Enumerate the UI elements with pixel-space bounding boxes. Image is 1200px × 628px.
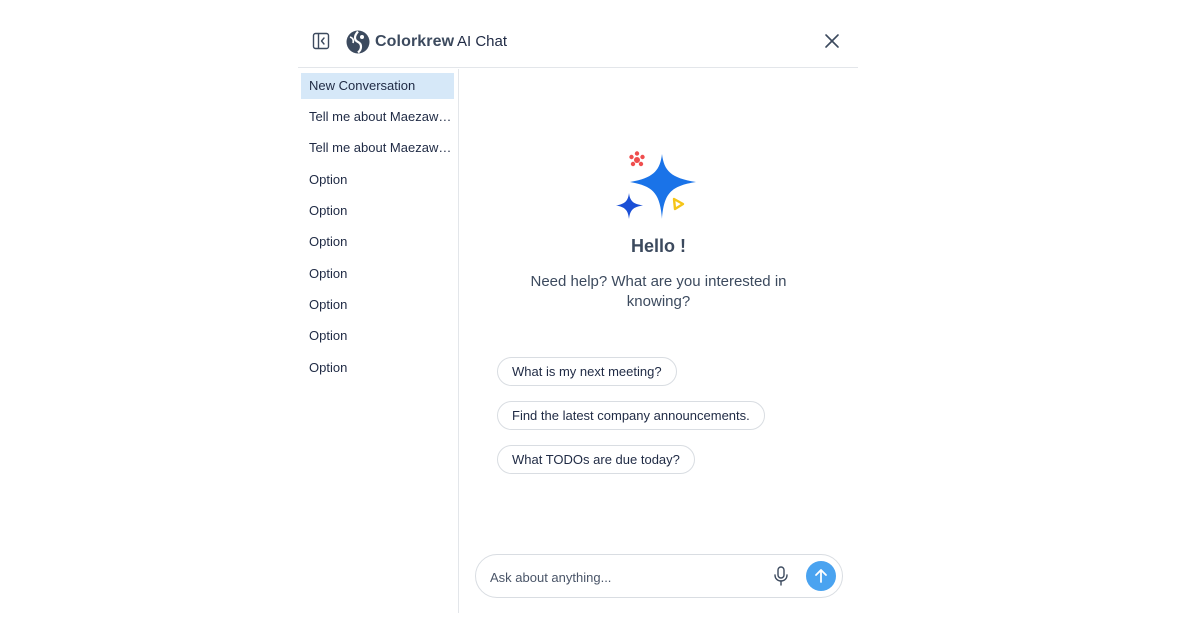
colorkrew-logo-icon bbox=[346, 30, 370, 54]
sidebar-item-option[interactable]: Option bbox=[301, 323, 454, 349]
header: Colorkrew AI Chat bbox=[298, 16, 858, 68]
close-icon[interactable] bbox=[824, 33, 840, 49]
sidebar-item-option[interactable]: Option bbox=[301, 229, 454, 255]
ai-chat-panel: Colorkrew AI Chat New Conversation Tell … bbox=[298, 16, 858, 613]
greeting: Hello ! bbox=[630, 236, 686, 256]
sidebar-item-new-conversation[interactable]: New Conversation bbox=[301, 73, 454, 99]
sidebar-item-option[interactable]: Option bbox=[301, 261, 454, 287]
subtitle: Need help? What are you interested in kn… bbox=[530, 273, 787, 310]
sidebar-item-conversation[interactable]: Tell me about Maezawa's Blog bbox=[301, 135, 454, 161]
brand-logo: Colorkrew bbox=[346, 30, 454, 54]
microphone-icon[interactable] bbox=[772, 566, 790, 586]
sidebar-item-option[interactable]: Option bbox=[301, 198, 454, 224]
message-input[interactable] bbox=[490, 567, 760, 587]
suggestion-chip[interactable]: Find the latest company announcements. bbox=[497, 401, 765, 430]
sidebar-collapse-icon[interactable] bbox=[312, 32, 330, 50]
sidebar-item-option[interactable]: Option bbox=[301, 167, 454, 193]
message-composer bbox=[475, 554, 843, 598]
suggestion-chip[interactable]: What TODOs are due today? bbox=[497, 445, 695, 474]
send-button[interactable] bbox=[806, 561, 836, 591]
app-title: AI Chat bbox=[457, 33, 508, 50]
conversation-sidebar: New Conversation Tell me about Maezawa's… bbox=[298, 69, 459, 613]
brand-name: Colorkrew bbox=[375, 33, 455, 50]
chat-main: Hello ! Need help? What are you interest… bbox=[459, 69, 858, 613]
sidebar-item-option[interactable]: Option bbox=[301, 292, 454, 318]
sparkle-icon bbox=[616, 149, 698, 221]
arrow-up-icon bbox=[815, 569, 827, 583]
sidebar-item-conversation[interactable]: Tell me about Maezawa's Blog bbox=[301, 104, 454, 130]
sidebar-item-option[interactable]: Option bbox=[301, 355, 454, 381]
suggestion-chip[interactable]: What is my next meeting? bbox=[497, 357, 677, 386]
